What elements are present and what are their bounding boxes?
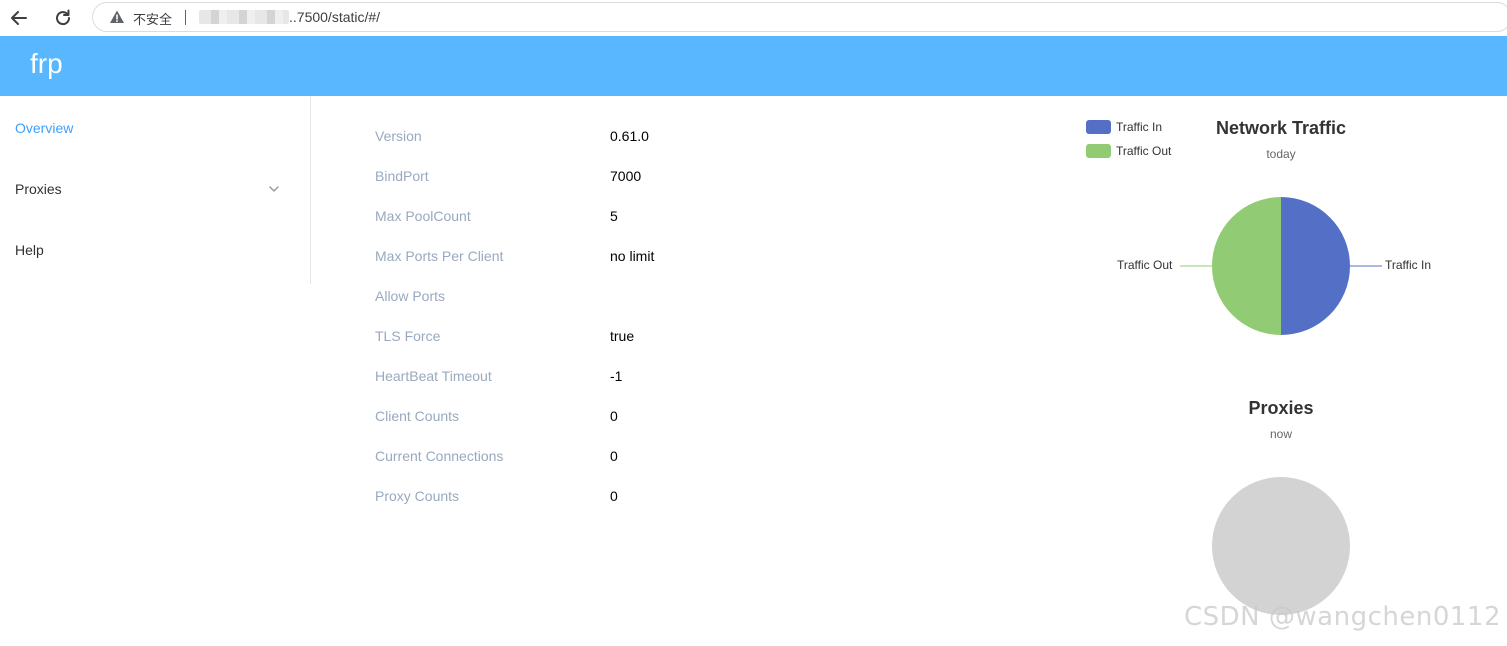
info-label: Client Counts bbox=[375, 408, 460, 424]
info-value: true bbox=[610, 328, 635, 344]
sidebar-item-overview[interactable]: Overview bbox=[0, 102, 310, 158]
info-label: BindPort bbox=[375, 168, 429, 184]
sidebar-item-label: Help bbox=[15, 242, 44, 258]
sidebar-item-label: Proxies bbox=[15, 181, 62, 197]
sidebar-menu: Overview Proxies Help bbox=[0, 96, 311, 284]
info-label: Allow Ports bbox=[375, 288, 446, 304]
pie-slice-traffic-out[interactable] bbox=[1212, 197, 1281, 335]
reload-icon bbox=[56, 9, 71, 26]
pie-slice-traffic-in[interactable] bbox=[1281, 197, 1350, 335]
chart-subtitle: today bbox=[1266, 147, 1296, 161]
chevron-down-icon bbox=[269, 186, 279, 192]
brand-logo-text[interactable]: frp bbox=[30, 48, 63, 80]
info-value: no limit bbox=[610, 248, 655, 264]
info-value: 7000 bbox=[610, 168, 642, 184]
warning-icon[interactable] bbox=[109, 9, 125, 25]
omnibox-divider bbox=[185, 10, 186, 25]
reload-button[interactable] bbox=[49, 4, 77, 32]
info-value: 0 bbox=[610, 488, 618, 504]
pie-label-traffic-in: Traffic In bbox=[1385, 258, 1432, 272]
legend-label: Traffic Out bbox=[1116, 144, 1172, 158]
legend-swatch-traffic-out bbox=[1086, 144, 1111, 158]
redacted-host bbox=[199, 10, 289, 24]
info-value: 0 bbox=[610, 448, 618, 464]
proxies-pie-svg bbox=[1212, 477, 1350, 615]
browser-toolbar: 不安全 ..7500/static/#/ bbox=[0, 0, 1507, 37]
legend-swatch-traffic-in bbox=[1086, 120, 1111, 134]
legend-label: Traffic In bbox=[1116, 120, 1163, 134]
chart-title: Network Traffic bbox=[1215, 118, 1347, 138]
info-label: Current Connections bbox=[375, 448, 504, 464]
empty-pie-placeholder bbox=[1212, 477, 1350, 615]
security-status[interactable]: 不安全 bbox=[133, 9, 172, 28]
chart-subtitle: now bbox=[1269, 427, 1293, 441]
info-label: Version bbox=[375, 128, 422, 144]
arrow-left-icon bbox=[11, 11, 27, 25]
sidebar-item-label: Overview bbox=[15, 120, 74, 136]
info-label: Proxy Counts bbox=[375, 488, 460, 504]
address-bar[interactable]: 不安全 ..7500/static/#/ bbox=[92, 2, 1507, 32]
url-text[interactable]: ..7500/static/#/ bbox=[289, 9, 380, 25]
info-value: 0 bbox=[610, 408, 618, 424]
pie-label-traffic-out: Traffic Out bbox=[1117, 258, 1173, 272]
info-label: TLS Force bbox=[375, 328, 441, 344]
chart-title: Proxies bbox=[1248, 398, 1314, 418]
info-value: 0.61.0 bbox=[610, 128, 649, 144]
info-label: Max Ports Per Client bbox=[375, 248, 504, 264]
info-label: Max PoolCount bbox=[375, 208, 471, 224]
watermark-text: CSDN @wangchen0112 bbox=[1184, 602, 1501, 632]
back-button[interactable] bbox=[5, 4, 33, 32]
info-label: HeartBeat Timeout bbox=[375, 368, 492, 384]
app-header: frp bbox=[0, 36, 1507, 96]
sidebar-item-proxies[interactable]: Proxies bbox=[0, 163, 310, 219]
info-value: -1 bbox=[610, 368, 623, 384]
info-value: 5 bbox=[610, 208, 618, 224]
sidebar-item-help[interactable]: Help bbox=[0, 224, 310, 280]
